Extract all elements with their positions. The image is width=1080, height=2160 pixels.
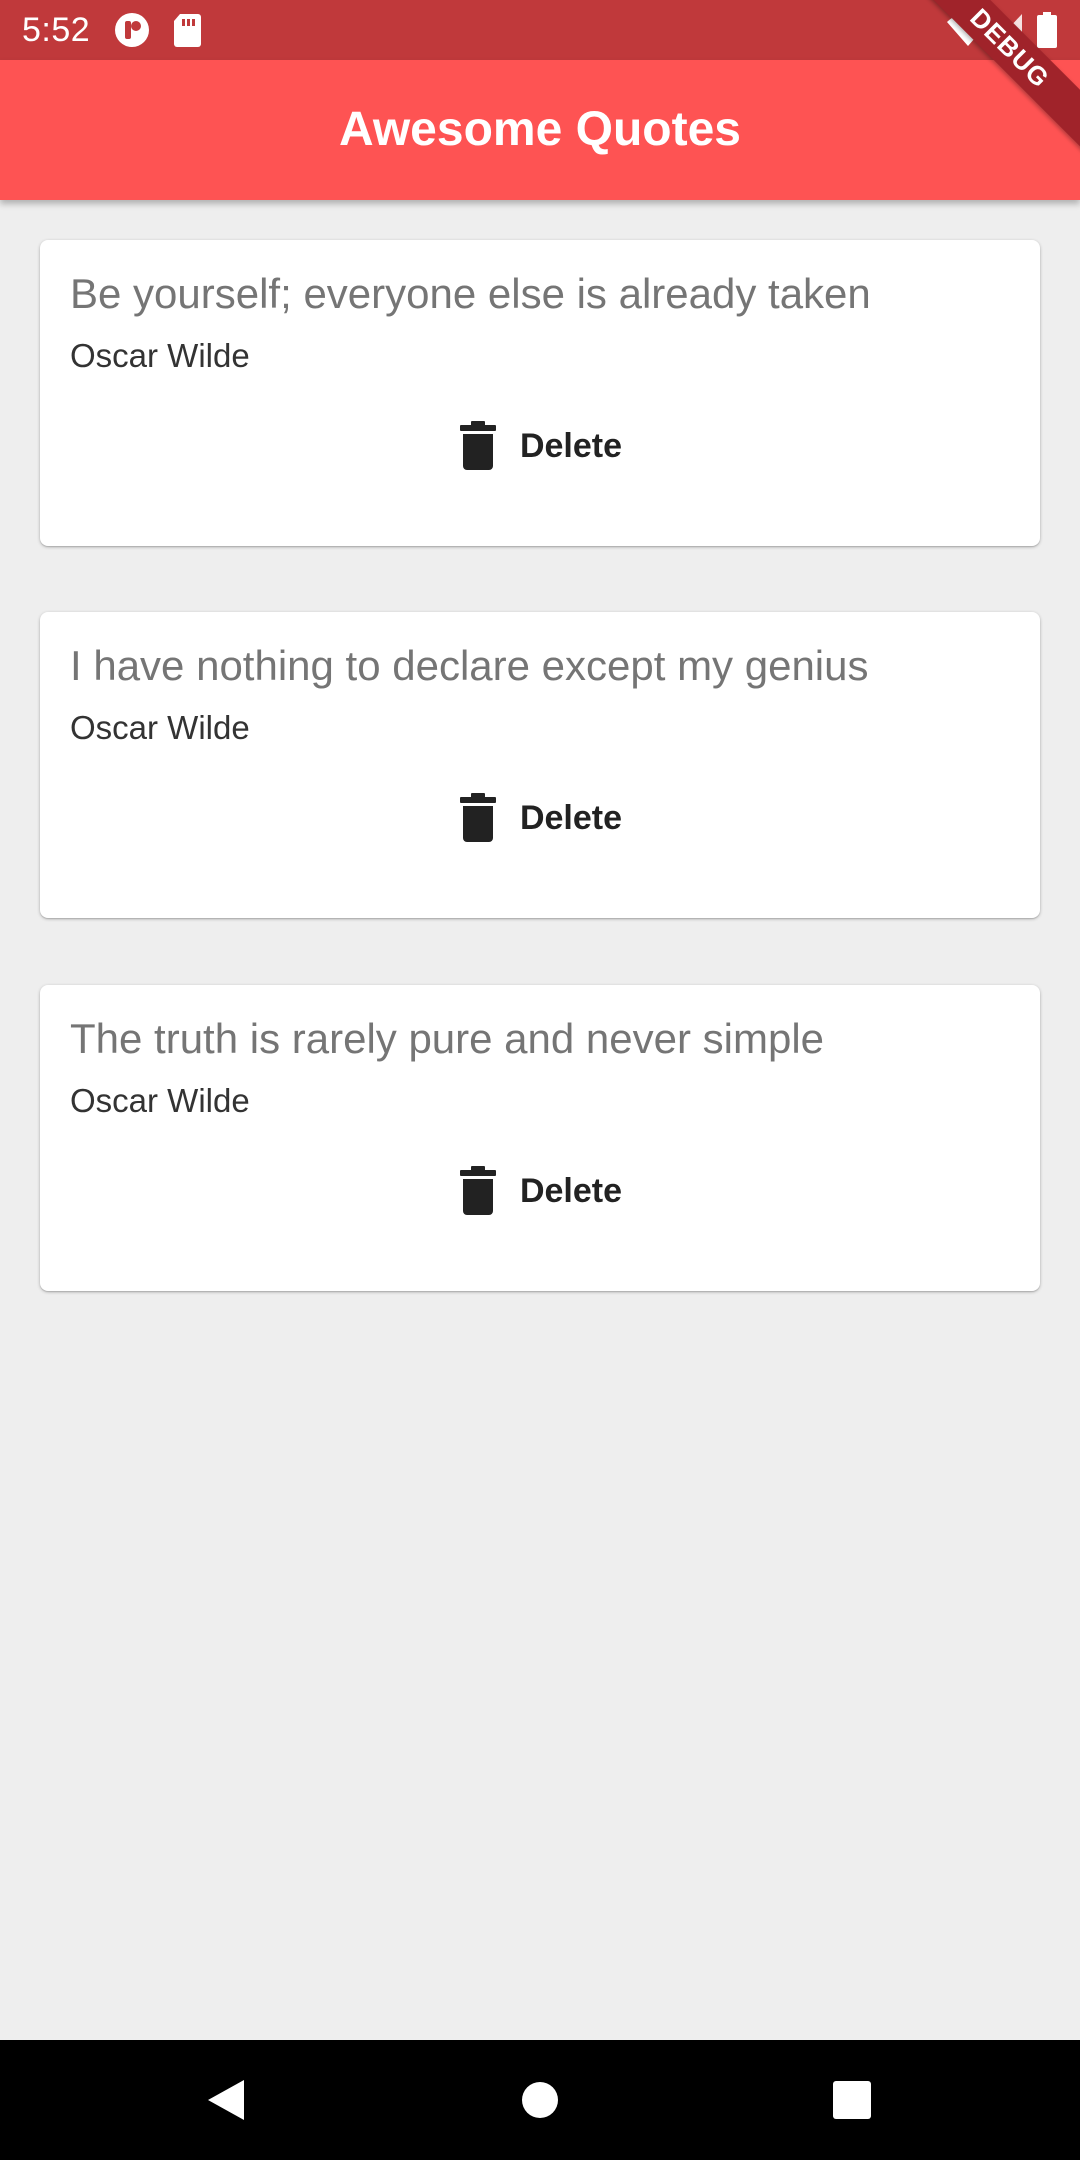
status-time: 5:52 xyxy=(22,11,91,49)
status-bar: 5:52 xyxy=(0,0,1080,60)
page-title: Awesome Quotes xyxy=(339,103,741,156)
quote-text: Be yourself; everyone else is already ta… xyxy=(70,270,871,317)
trash-icon xyxy=(459,793,496,842)
delete-label: Delete xyxy=(519,798,623,837)
delete-label: Delete xyxy=(519,426,623,465)
screen: 5:52 DEBUG Awesome Quotes Be yourself; e… xyxy=(0,0,1080,2160)
trash-icon xyxy=(459,421,496,470)
app-bar: Awesome Quotes xyxy=(0,60,1080,200)
back-icon[interactable] xyxy=(196,2070,256,2130)
quote-card: The truth is rarely pure and never simpl… xyxy=(40,985,1040,1291)
quote-author: Oscar Wilde xyxy=(70,337,250,374)
quote-card: I have nothing to declare except my geni… xyxy=(40,612,1040,918)
delete-button[interactable]: Delete xyxy=(440,786,640,850)
quote-text: The truth is rarely pure and never simpl… xyxy=(70,1015,825,1062)
quote-text: I have nothing to declare except my geni… xyxy=(70,642,869,689)
home-icon[interactable] xyxy=(510,2070,570,2130)
quote-card: Be yourself; everyone else is already ta… xyxy=(40,240,1040,546)
quote-author: Oscar Wilde xyxy=(70,1082,250,1119)
app-notification-icon xyxy=(115,13,149,47)
delete-button[interactable]: Delete xyxy=(440,1159,640,1223)
battery-icon xyxy=(1037,12,1057,48)
navigation-bar xyxy=(0,2040,1080,2160)
sd-card-icon xyxy=(174,14,201,47)
delete-button[interactable]: Delete xyxy=(440,414,640,478)
trash-icon xyxy=(459,1166,496,1215)
delete-label: Delete xyxy=(519,1171,623,1210)
recents-icon[interactable] xyxy=(822,2070,882,2130)
quote-author: Oscar Wilde xyxy=(70,709,250,746)
